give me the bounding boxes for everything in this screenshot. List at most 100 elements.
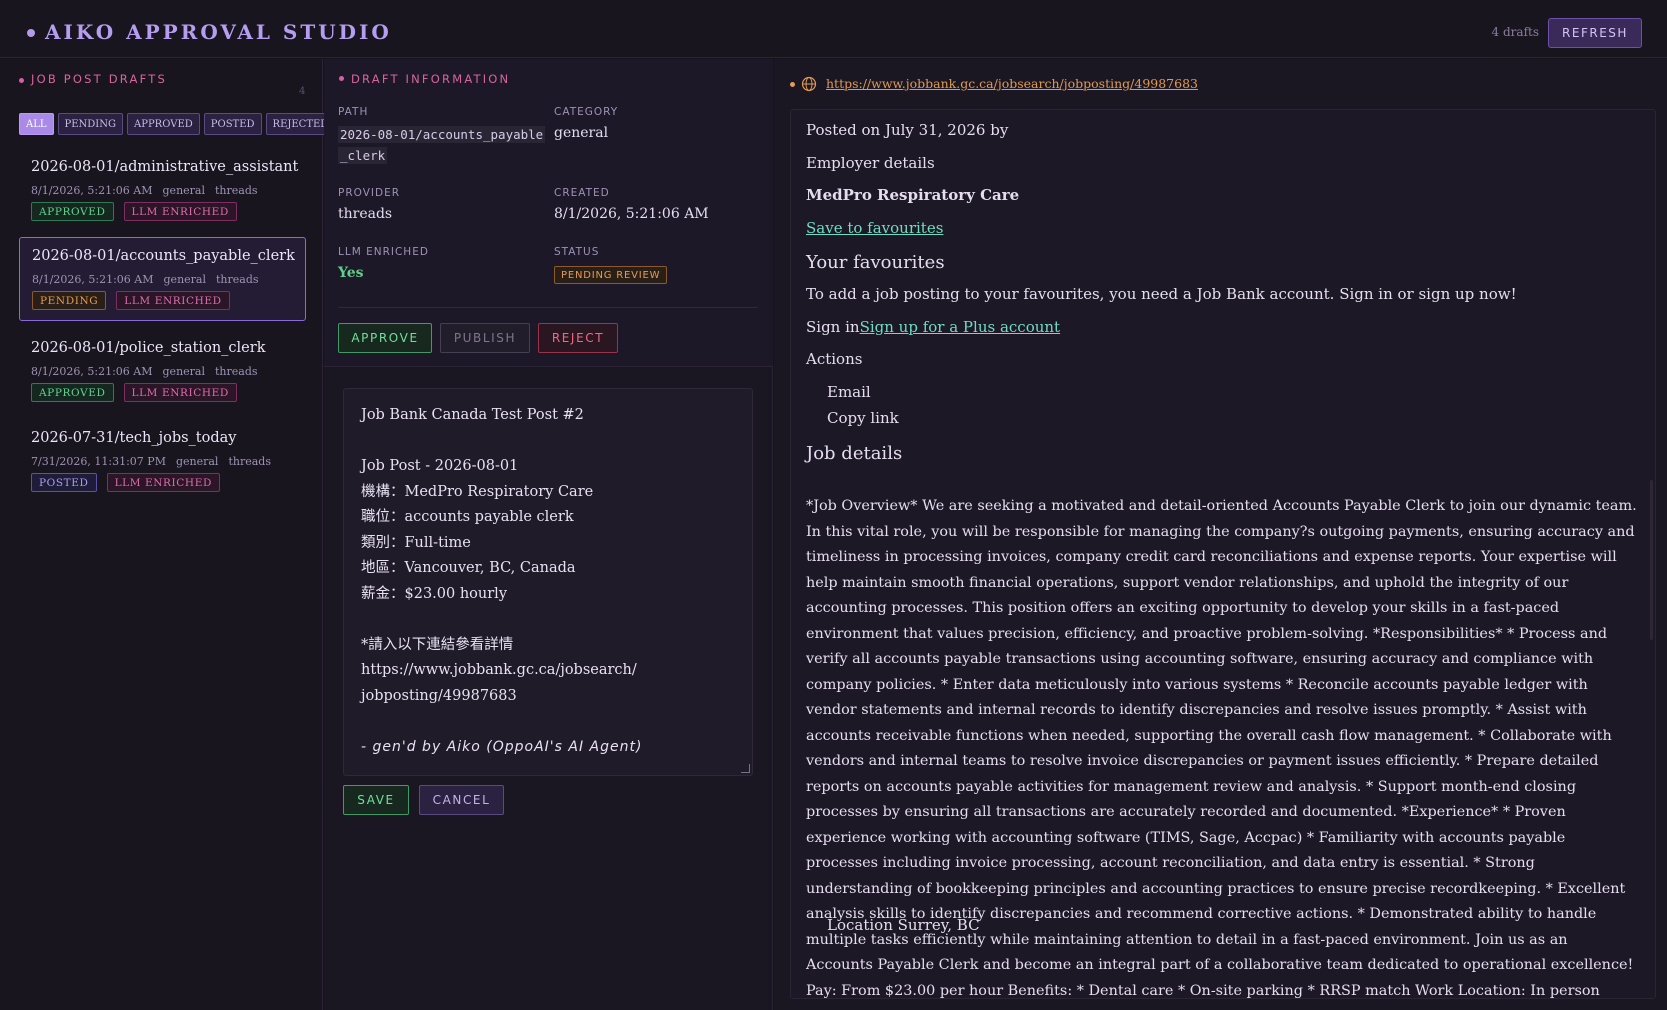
employer-details-heading: Employer details [806, 154, 935, 172]
draft-meta: 7/31/2026, 11:31:07 PM general threads [31, 455, 281, 468]
filter-pending[interactable]: PENDING [57, 113, 123, 135]
publish-button[interactable]: PUBLISH [440, 323, 530, 353]
draft-title: 2026-07-31/tech_jobs_today [31, 430, 237, 446]
drafts-sidebar: JOB POST DRAFTS 4 ALL PENDING APPROVED P… [0, 59, 336, 1010]
email-action[interactable]: Email [827, 383, 871, 401]
editor-line: 薪金：$23.00 hourly [361, 585, 508, 602]
llm-badge: LLM ENRICHED [123, 383, 237, 402]
draft-provider: threads [215, 184, 258, 197]
app-header: AIKO APPROVAL STUDIO 4 drafts REFRESH [0, 0, 1667, 58]
llm-badge: LLM ENRICHED [116, 291, 230, 310]
llm-enriched-label: LLM ENRICHED [338, 246, 429, 258]
sign-in-row: Sign inSign up for a Plus account [806, 318, 1060, 336]
draft-title: 2026-08-01/administrative_assistant [31, 159, 299, 175]
approve-button[interactable]: APPROVE [338, 323, 432, 353]
status-badge: APPROVED [31, 202, 114, 221]
editor-line: 機構：MedPro Respiratory Care [361, 483, 594, 500]
copy-link-action[interactable]: Copy link [827, 409, 899, 427]
sidebar-title: JOB POST DRAFTS [31, 72, 167, 86]
draft-category: general [163, 273, 206, 286]
draft-item[interactable]: 2026-07-31/tech_jobs_today 7/31/2026, 11… [19, 422, 306, 506]
provider-label: PROVIDER [338, 187, 401, 199]
scrollbar[interactable] [1650, 480, 1653, 640]
cancel-button[interactable]: CANCEL [419, 785, 504, 815]
draft-title: 2026-08-01/police_station_clerk [31, 340, 266, 356]
llm-badge: LLM ENRICHED [106, 473, 220, 492]
save-to-favourites-link[interactable]: Save to favourites [806, 219, 943, 237]
job-posting-link[interactable]: https://www.jobbank.gc.ca/jobsearch/jobp… [826, 76, 1198, 91]
refresh-button[interactable]: REFRESH [1548, 18, 1642, 48]
path-line-2: _clerk [338, 147, 388, 164]
globe-icon [801, 76, 817, 92]
draft-provider: threads [216, 273, 259, 286]
editor-line: *請入以下連結參看詳情 [361, 636, 514, 653]
favourites-text: To add a job posting to your favourites,… [806, 285, 1517, 303]
status-badge: APPROVED [31, 383, 114, 402]
editor-line: Job Post - 2026-08-01 [361, 458, 519, 474]
editor-line: jobposting/49987683 [361, 687, 517, 704]
save-button[interactable]: SAVE [343, 785, 409, 815]
job-posting-preview: Posted on July 31, 2026 by Employer deta… [790, 109, 1656, 999]
editor-line: 職位：accounts payable clerk [361, 509, 574, 525]
sign-in-link[interactable]: Sign in [806, 318, 860, 336]
section-dot-icon [19, 78, 24, 83]
draft-item-selected[interactable]: 2026-08-01/accounts_payable_clerk 8/1/20… [19, 237, 306, 321]
created-label: CREATED [554, 187, 610, 199]
draft-information: DRAFT INFORMATION PATH 2026-08-01/accoun… [324, 59, 773, 367]
job-preview-panel: https://www.jobbank.gc.ca/jobsearch/jobp… [774, 59, 1667, 1010]
draft-provider: threads [228, 455, 271, 468]
llm-badge: LLM ENRICHED [123, 202, 237, 221]
url-dot-icon [790, 82, 795, 87]
drafts-count: 4 drafts [1491, 25, 1539, 39]
draft-provider: threads [215, 365, 258, 378]
info-title: DRAFT INFORMATION [351, 72, 511, 86]
category-value: general [554, 125, 609, 141]
path-label: PATH [338, 106, 369, 118]
job-details-heading: Job details [806, 443, 903, 464]
draft-title: 2026-08-01/accounts_payable_clerk [32, 248, 295, 264]
category-label: CATEGORY [554, 106, 619, 118]
status-badge: POSTED [31, 473, 97, 492]
status-badge: PENDING REVIEW [554, 266, 668, 284]
editor-line: 類別：Full-time [361, 534, 471, 551]
app-title: AIKO APPROVAL STUDIO [45, 20, 392, 44]
section-dot-icon [339, 76, 344, 81]
draft-item[interactable]: 2026-08-01/police_station_clerk 8/1/2026… [19, 332, 306, 416]
sidebar-count: 4 [299, 86, 306, 97]
draft-meta: 8/1/2026, 5:21:06 AM general threads [31, 365, 268, 378]
draft-detail-panel: DRAFT INFORMATION PATH 2026-08-01/accoun… [324, 59, 773, 1010]
reject-button[interactable]: REJECT [538, 323, 618, 353]
draft-meta: 8/1/2026, 5:21:06 AM general threads [32, 273, 269, 286]
draft-date: 8/1/2026, 5:21:06 AM [31, 365, 153, 378]
employer-name: MedPro Respiratory Care [806, 186, 1020, 204]
path-value: 2026-08-01/accounts_payable _clerk [338, 124, 548, 166]
filter-posted[interactable]: POSTED [203, 113, 262, 135]
draft-meta: 8/1/2026, 5:21:06 AM general threads [31, 184, 268, 197]
editor-line: https://www.jobbank.gc.ca/jobsearch/ [361, 662, 637, 678]
editor-line: Job Bank Canada Test Post #2 [361, 407, 584, 423]
draft-date: 8/1/2026, 5:21:06 AM [31, 184, 153, 197]
draft-category: general [162, 365, 205, 378]
sign-up-link[interactable]: Sign up for a Plus account [860, 318, 1061, 336]
filter-all[interactable]: ALL [19, 113, 54, 135]
actions-heading: Actions [806, 350, 863, 368]
posted-date: Posted on July 31, 2026 by [806, 121, 1009, 139]
status-filters: ALL PENDING APPROVED POSTED REJECTED [19, 113, 336, 135]
brand-dot-icon [27, 29, 35, 37]
post-text-editor[interactable]: Job Bank Canada Test Post #2 Job Post - … [343, 388, 753, 776]
draft-category: general [175, 455, 219, 468]
draft-date: 8/1/2026, 5:21:06 AM [32, 273, 154, 286]
job-location: Location Surrey, BC [827, 916, 980, 934]
resize-handle-icon[interactable] [741, 764, 750, 773]
divider [338, 307, 758, 308]
llm-enriched-value: Yes [338, 265, 364, 281]
filter-approved[interactable]: APPROVED [127, 113, 200, 135]
created-value: 8/1/2026, 5:21:06 AM [554, 206, 709, 222]
editor-signature: - gen'd by Aiko (OppoAI's AI Agent) [361, 738, 643, 755]
path-line-1: 2026-08-01/accounts_payable [338, 126, 546, 143]
favourites-heading: Your favourites [806, 252, 945, 273]
draft-item[interactable]: 2026-08-01/administrative_assistant 8/1/… [19, 151, 306, 235]
